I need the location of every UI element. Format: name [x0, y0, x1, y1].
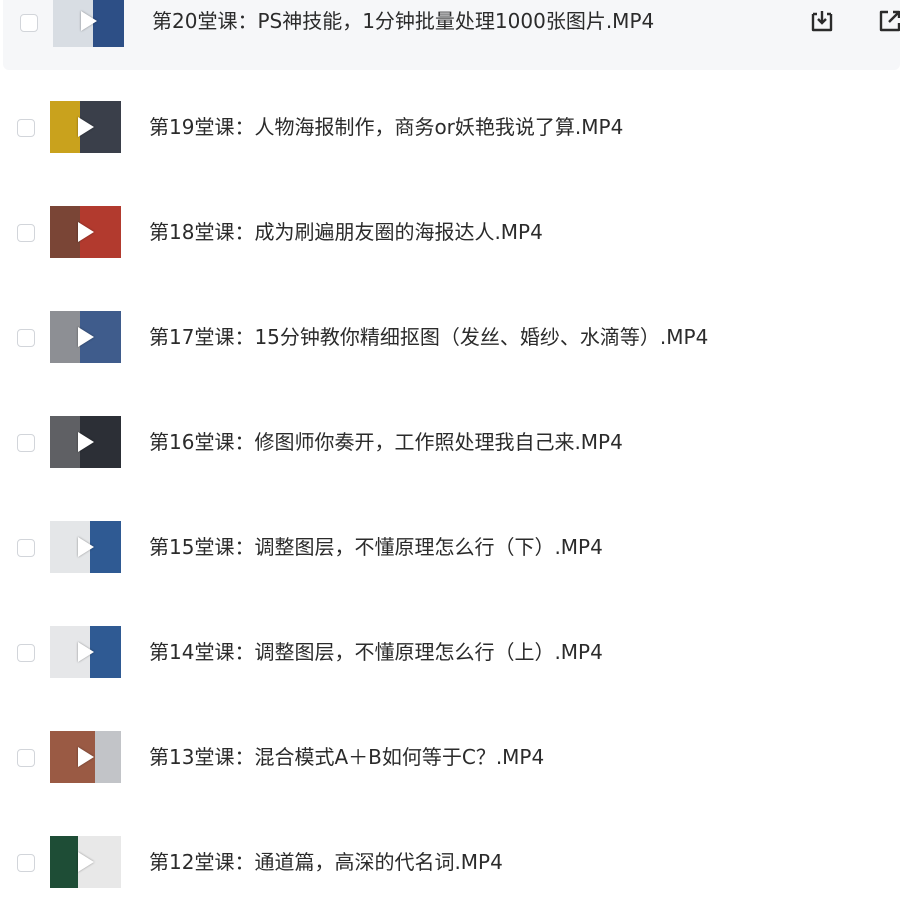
play-icon — [78, 537, 94, 557]
file-name[interactable]: 第15堂课：调整图层，不懂原理怎么行（下）.MP4 — [149, 535, 603, 559]
file-name[interactable]: 第13堂课：混合模式A＋B如何等于C？.MP4 — [149, 745, 544, 769]
file-row[interactable]: 第14堂课：调整图层，不懂原理怎么行（上）.MP4 — [0, 618, 900, 688]
row-checkbox[interactable] — [17, 539, 35, 557]
row-checkbox[interactable] — [17, 749, 35, 767]
file-row[interactable]: 第16堂课：修图师你奏开，工作照处理我自己来.MP4 — [0, 408, 900, 478]
share-icon[interactable] — [877, 8, 900, 34]
row-checkbox[interactable] — [17, 644, 35, 662]
file-name[interactable]: 第14堂课：调整图层，不懂原理怎么行（上）.MP4 — [149, 640, 603, 664]
file-row[interactable]: 第19堂课：人物海报制作，商务or妖艳我说了算.MP4 — [0, 93, 900, 163]
thumbnail-bg-left — [50, 836, 78, 888]
file-row[interactable]: 第12堂课：通道篇，高深的代名词.MP4 — [0, 828, 900, 898]
download-icon[interactable] — [809, 8, 835, 34]
thumbnail-bg-left — [50, 416, 80, 468]
thumbnail-bg-left — [50, 206, 80, 258]
file-row[interactable]: 第18堂课：成为刷遍朋友圈的海报达人.MP4 — [0, 198, 900, 268]
thumbnail-bg-right — [93, 0, 124, 47]
play-icon — [78, 327, 94, 347]
file-name[interactable]: 第12堂课：通道篇，高深的代名词.MP4 — [149, 850, 503, 874]
play-icon — [78, 432, 94, 452]
play-icon — [78, 222, 94, 242]
file-row[interactable]: 第13堂课：混合模式A＋B如何等于C？.MP4 — [0, 723, 900, 793]
video-thumbnail[interactable] — [53, 0, 124, 47]
file-row[interactable]: 第17堂课：15分钟教你精细抠图（发丝、婚纱、水滴等）.MP4 — [0, 303, 900, 373]
thumbnail-bg-left — [50, 101, 80, 153]
row-checkbox[interactable] — [17, 329, 35, 347]
row-checkbox[interactable] — [17, 854, 35, 872]
file-name[interactable]: 第20堂课：PS神技能，1分钟批量处理1000张图片.MP4 — [152, 9, 654, 33]
row-checkbox[interactable] — [17, 119, 35, 137]
video-thumbnail[interactable] — [50, 731, 121, 783]
file-row[interactable]: 第20堂课：PS神技能，1分钟批量处理1000张图片.MP4 — [3, 0, 900, 70]
video-thumbnail[interactable] — [50, 521, 121, 573]
row-checkbox[interactable] — [17, 224, 35, 242]
video-thumbnail[interactable] — [50, 101, 121, 153]
thumbnail-bg-right — [90, 626, 121, 678]
play-icon — [78, 747, 94, 767]
video-thumbnail[interactable] — [50, 836, 121, 888]
play-icon — [78, 117, 94, 137]
video-thumbnail[interactable] — [50, 311, 121, 363]
thumbnail-bg-right — [90, 521, 121, 573]
play-icon — [81, 11, 97, 31]
file-name[interactable]: 第17堂课：15分钟教你精细抠图（发丝、婚纱、水滴等）.MP4 — [149, 325, 708, 349]
thumbnail-bg-right — [95, 731, 121, 783]
file-row[interactable]: 第15堂课：调整图层，不懂原理怎么行（下）.MP4 — [0, 513, 900, 583]
video-thumbnail[interactable] — [50, 416, 121, 468]
video-thumbnail[interactable] — [50, 626, 121, 678]
row-checkbox[interactable] — [20, 14, 38, 32]
file-name[interactable]: 第16堂课：修图师你奏开，工作照处理我自己来.MP4 — [149, 430, 623, 454]
thumbnail-bg-left — [50, 311, 80, 363]
play-icon — [78, 642, 94, 662]
row-checkbox[interactable] — [17, 434, 35, 452]
play-icon — [78, 852, 94, 872]
file-name[interactable]: 第19堂课：人物海报制作，商务or妖艳我说了算.MP4 — [149, 115, 623, 139]
video-thumbnail[interactable] — [50, 206, 121, 258]
file-name[interactable]: 第18堂课：成为刷遍朋友圈的海报达人.MP4 — [149, 220, 543, 244]
